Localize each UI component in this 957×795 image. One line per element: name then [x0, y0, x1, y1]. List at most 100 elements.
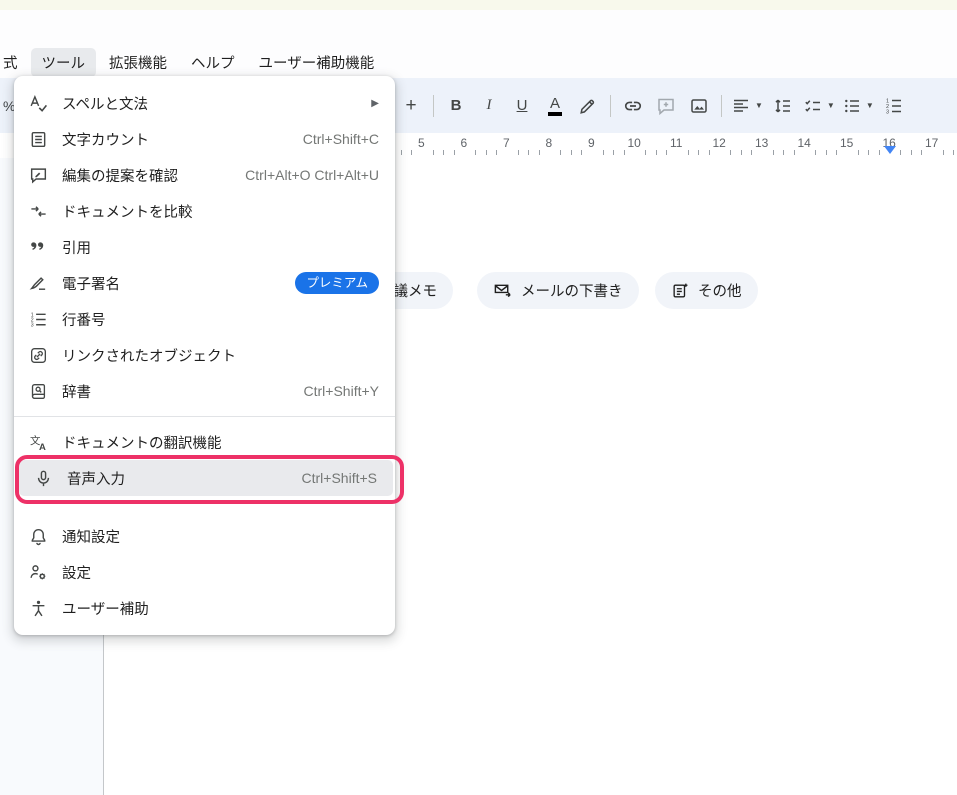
menu-item-shortcut: Ctrl+Shift+S — [302, 470, 377, 486]
chevron-down-icon: ▼ — [755, 101, 763, 110]
menu-item-label: スペルと文法 — [62, 93, 148, 114]
ruler-number: 13 — [755, 136, 768, 150]
menu-item-compare-documents[interactable]: ドキュメントを比較 — [14, 193, 395, 229]
menubar-item-help[interactable]: ヘルプ — [180, 48, 246, 77]
menu-item-translate-document[interactable]: 文 A ドキュメントの翻訳機能 — [14, 424, 395, 460]
ruler-tick — [656, 150, 657, 155]
text-color-button[interactable]: A — [542, 91, 568, 121]
bold-button[interactable]: B — [443, 91, 469, 121]
submenu-arrow-icon: ▶ — [371, 98, 379, 109]
ruler-tick — [826, 150, 827, 155]
ruler-tick — [666, 150, 667, 155]
menu-item-esignature[interactable]: 電子署名 プレミアム — [14, 265, 395, 301]
menu-item-voice-typing[interactable]: 音声入力 Ctrl+Shift+S — [19, 460, 393, 496]
browser-top-strip — [0, 0, 957, 10]
ruler-tick — [900, 150, 901, 155]
word-count-icon — [28, 129, 48, 149]
translate-icon: 文 A — [28, 432, 48, 452]
text-color-icon: A — [548, 96, 562, 116]
ruler-tick — [475, 150, 476, 155]
italic-button[interactable]: I — [476, 91, 502, 121]
ruler-tick — [571, 150, 572, 155]
toolbar-separator — [433, 95, 434, 117]
menu-item-line-numbers[interactable]: 1 2 3 行番号 — [14, 301, 395, 337]
tools-menu: スペルと文法 ▶ 文字カウント Ctrl+Shift+C 編集の提案を確認 Ct… — [14, 76, 395, 635]
menu-item-linked-objects[interactable]: リンクされたオブジェクト — [14, 337, 395, 373]
ruler-tick — [751, 150, 752, 155]
ruler-tick — [624, 150, 625, 155]
insert-image-button[interactable] — [686, 91, 712, 121]
menu-item-shortcut: Ctrl+Shift+Y — [304, 383, 379, 399]
menu-item-citations[interactable]: 引用 — [14, 229, 395, 265]
ruler-tick — [518, 150, 519, 155]
svg-text:A: A — [38, 442, 45, 452]
ruler-number: 15 — [840, 136, 853, 150]
ruler-tick — [815, 150, 816, 155]
menu-item-word-count[interactable]: 文字カウント Ctrl+Shift+C — [14, 121, 395, 157]
font-size-increase-button[interactable]: + — [398, 91, 424, 121]
ruler-tick — [688, 150, 689, 155]
menu-item-shortcut: Ctrl+Alt+O Ctrl+Alt+U — [245, 167, 379, 183]
menu-item-review-suggested-edits[interactable]: 編集の提案を確認 Ctrl+Alt+O Ctrl+Alt+U — [14, 157, 395, 193]
menubar-item-tools[interactable]: ツール — [31, 48, 97, 77]
menu-item-preferences[interactable]: 設定 — [14, 554, 395, 590]
menu-item-label: ユーザー補助 — [62, 598, 149, 619]
menubar-item-extensions[interactable]: 拡張機能 — [98, 48, 178, 77]
ruler-tick — [645, 150, 646, 155]
ruler-number: 9 — [588, 136, 595, 150]
compare-documents-icon — [28, 201, 48, 221]
menubar-item-accessibility[interactable]: ユーザー補助機能 — [248, 48, 386, 77]
align-button[interactable]: ▼ — [731, 91, 763, 121]
line-spacing-icon — [773, 96, 793, 116]
ruler-number: 8 — [546, 136, 553, 150]
ruler-tick — [836, 150, 837, 155]
chevron-down-icon: ▼ — [866, 101, 874, 110]
email-draft-icon — [493, 281, 512, 300]
chip-more-templates[interactable]: その他 — [655, 272, 758, 309]
highlight-pen-icon — [578, 96, 598, 116]
bell-icon — [28, 526, 48, 546]
more-templates-icon — [671, 282, 689, 300]
ruler-tick — [443, 150, 444, 155]
bullet-list-button[interactable]: ▼ — [842, 91, 874, 121]
chip-label: その他 — [698, 280, 742, 301]
ruler-number: 6 — [461, 136, 468, 150]
ruler-tick — [709, 150, 710, 155]
ruler-tick — [698, 150, 699, 155]
menu-item-accessibility[interactable]: ユーザー補助 — [14, 590, 395, 626]
signature-icon — [28, 273, 48, 293]
checklist-button[interactable]: ▼ — [803, 91, 835, 121]
line-spacing-button[interactable] — [770, 91, 796, 121]
ruler-tick — [401, 150, 402, 155]
ruler-tick — [868, 150, 869, 155]
insert-link-button[interactable] — [620, 91, 646, 121]
ruler-tick — [730, 150, 731, 155]
add-comment-button[interactable] — [653, 91, 679, 121]
chip-email-draft[interactable]: メールの下書き — [477, 272, 639, 309]
align-left-icon — [731, 96, 751, 116]
checklist-icon — [803, 96, 823, 116]
highlight-color-button[interactable] — [575, 91, 601, 121]
indent-marker[interactable] — [884, 146, 896, 154]
menu-item-label: 電子署名 — [62, 273, 120, 294]
menu-item-notification-settings[interactable]: 通知設定 — [14, 518, 395, 554]
menu-item-label: 編集の提案を確認 — [62, 165, 178, 186]
numbered-list-button[interactable]: 1 2 3 — [881, 91, 907, 121]
premium-badge: プレミアム — [295, 272, 379, 294]
spellcheck-icon — [28, 93, 48, 113]
ruler-tick — [496, 150, 497, 155]
docs-header — [0, 10, 957, 47]
ruler-number: 17 — [925, 136, 938, 150]
menubar-item-format-partial[interactable]: 式 — [0, 48, 29, 77]
linked-object-icon — [28, 345, 48, 365]
quote-icon — [28, 237, 48, 257]
menu-item-dictionary[interactable]: 辞書 Ctrl+Shift+Y — [14, 373, 395, 409]
menu-item-spelling-grammar[interactable]: スペルと文法 ▶ — [14, 85, 395, 121]
ruler-tick — [943, 150, 944, 155]
ruler-tick — [411, 150, 412, 155]
underline-button[interactable]: U — [509, 91, 535, 121]
menu-divider — [14, 416, 395, 417]
line-numbers-icon: 1 2 3 — [28, 309, 48, 329]
ruler-tick — [433, 150, 434, 155]
svg-text:3: 3 — [886, 109, 889, 115]
